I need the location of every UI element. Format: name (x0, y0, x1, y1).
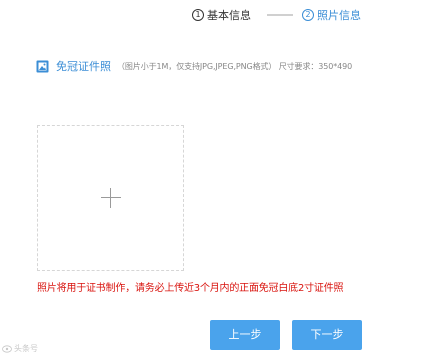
step-connector (267, 14, 293, 16)
plus-icon (101, 188, 121, 208)
upload-header: 免冠证件照 （图片小于1M，仅支持JPG,JPEG,PNG格式） 尺寸要求：35… (36, 58, 352, 74)
upload-hint: （图片小于1M，仅支持JPG,JPEG,PNG格式） 尺寸要求：350*490 (117, 61, 353, 71)
prev-step-button[interactable]: 上一步 (210, 320, 280, 350)
photo-upload-area[interactable] (37, 125, 184, 271)
step-2-label: 照片信息 (317, 9, 361, 22)
image-icon (36, 60, 49, 72)
watermark: 头条号 (2, 343, 38, 354)
step-photo-info[interactable]: 2 照片信息 (302, 7, 361, 23)
step-basic-info[interactable]: 1 基本信息 (192, 7, 251, 23)
step-indicator: 1 基本信息 2 照片信息 (192, 6, 361, 24)
photo-warning: 照片将用于证书制作，请务必上传近3个月内的正面免冠白底2寸证件照 (37, 283, 344, 294)
step-1-label: 基本信息 (207, 9, 251, 22)
step-2-number: 2 (302, 9, 314, 21)
watermark-icon (2, 344, 12, 353)
upload-title: 免冠证件照 (56, 60, 111, 73)
next-step-button[interactable]: 下一步 (292, 320, 362, 350)
watermark-text: 头条号 (14, 344, 38, 353)
photo-info-page: 1 基本信息 2 照片信息 免冠证件照 （图片小于1M，仅支持JPG,JPEG,… (0, 0, 439, 362)
step-1-number: 1 (192, 9, 204, 21)
